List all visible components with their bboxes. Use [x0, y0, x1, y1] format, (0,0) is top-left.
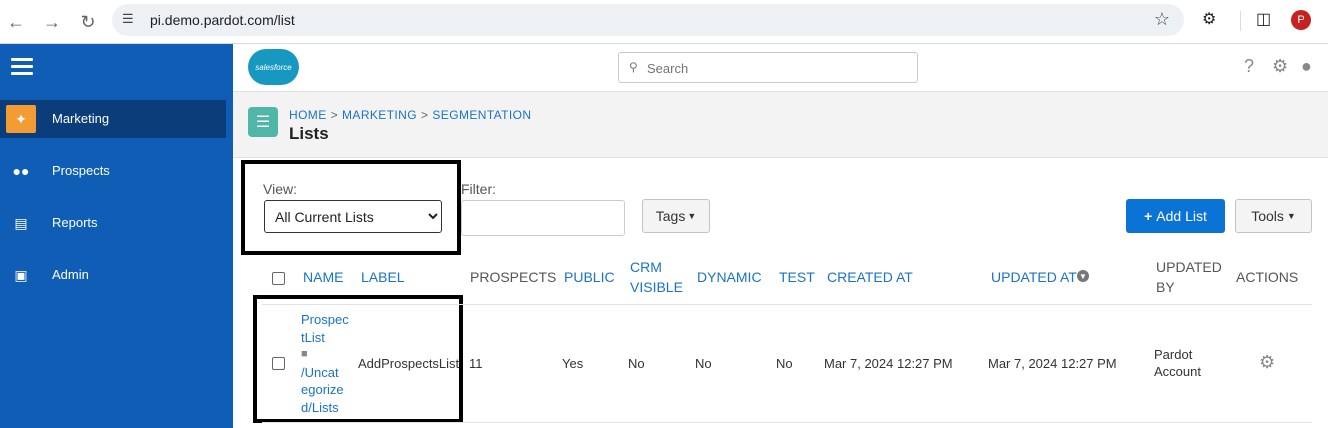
column-header-updated: UPDATED: [1156, 259, 1222, 275]
cell-updated-by-line: Pardot: [1154, 347, 1193, 362]
sidebar-item-reports[interactable]: ▤ Reports: [0, 204, 226, 242]
bookmark-star-icon[interactable]: ☆: [1154, 9, 1170, 30]
cell-public: Yes: [562, 356, 584, 371]
cell-updated-at: Mar 7, 2024 12:27 PM: [988, 356, 1117, 371]
page-header: ☰ HOME > MARKETING > SEGMENTATION Lists: [233, 92, 1328, 158]
name-line: tList: [301, 329, 325, 345]
cell-dynamic: No: [695, 356, 712, 371]
app-header: salesforce ⚲ ? ⚙ ●: [233, 44, 1328, 92]
name-line: Prospec: [301, 312, 349, 327]
tags-button-label: Tags: [655, 208, 686, 224]
column-header-visible[interactable]: VISIBLE: [630, 278, 683, 297]
add-list-button[interactable]: + Add List: [1126, 199, 1225, 233]
caret-down-icon: ▼: [1286, 211, 1296, 221]
profile-avatar[interactable]: P: [1291, 10, 1311, 30]
breadcrumb-marketing[interactable]: MARKETING: [342, 108, 417, 122]
search-box[interactable]: ⚲: [618, 52, 918, 83]
list-name-link[interactable]: Prospec tList ■ /Uncat egorize d/Lists: [301, 311, 351, 416]
column-header-prospects: PROSPECTS: [470, 269, 557, 285]
column-header-crm[interactable]: CRM: [630, 258, 662, 277]
site-settings-icon[interactable]: ☰: [122, 11, 134, 27]
cell-label: AddProspectsList: [358, 356, 460, 371]
name-line: /Uncat: [301, 364, 339, 380]
annotation-box-view: [241, 160, 461, 255]
folder-icon: ■: [301, 348, 308, 360]
magic-wand-icon: ✦: [6, 105, 36, 133]
hamburger-menu-icon[interactable]: [11, 58, 33, 76]
caret-down-icon: ▼: [687, 211, 697, 221]
header-divider: [262, 304, 1312, 305]
tools-button[interactable]: Tools ▼: [1235, 199, 1312, 233]
list-icon: ☰: [248, 107, 278, 137]
back-arrow-icon[interactable]: ←: [2, 8, 30, 36]
cell-prospects: 11: [469, 356, 483, 371]
people-icon: ●●: [12, 163, 30, 179]
plus-icon: +: [1144, 208, 1153, 224]
sidebar-item-label: Admin: [52, 267, 89, 282]
sidebar-item-marketing[interactable]: ✦ Marketing: [0, 100, 226, 138]
column-header-created-at[interactable]: CREATED AT: [827, 268, 913, 287]
name-line: egorize: [301, 382, 344, 397]
salesforce-logo[interactable]: salesforce: [248, 49, 299, 85]
sidebar-item-admin[interactable]: ▣ Admin: [0, 256, 226, 294]
search-icon: ⚲: [629, 60, 638, 74]
browser-toolbar: ← → ↻ ☰ pi.demo.pardot.com/list ☆ ⚙ ◫ P: [0, 0, 1328, 44]
row-actions-gear-icon[interactable]: ⚙: [1259, 352, 1275, 373]
settings-gear-icon[interactable]: ⚙: [1272, 56, 1288, 77]
cell-created-at: Mar 7, 2024 12:27 PM: [824, 356, 953, 371]
breadcrumb-segmentation[interactable]: SEGMENTATION: [432, 108, 531, 122]
briefcase-icon: ▣: [14, 266, 28, 283]
sidebar-item-label: Reports: [52, 215, 98, 230]
reload-icon[interactable]: ↻: [74, 8, 102, 36]
filter-label: Filter:: [461, 181, 496, 197]
side-panel-icon[interactable]: ◫: [1256, 9, 1271, 29]
column-header-actions: ACTIONS: [1236, 269, 1299, 285]
row-checkbox[interactable]: [272, 357, 285, 370]
address-bar[interactable]: ☰ pi.demo.pardot.com/list ☆: [112, 4, 1184, 36]
column-header-public[interactable]: PUBLIC: [564, 268, 615, 287]
toolbar-divider: [1240, 11, 1241, 31]
breadcrumb-separator: >: [420, 108, 429, 122]
cell-crm-visible: No: [628, 356, 645, 371]
sidebar-item-label: Marketing: [52, 111, 110, 126]
tags-button[interactable]: Tags ▼: [642, 199, 710, 233]
help-icon[interactable]: ?: [1244, 56, 1254, 77]
sort-desc-icon[interactable]: ▼: [1077, 270, 1089, 282]
column-header-by: BY: [1156, 279, 1175, 295]
row-divider: [262, 422, 1312, 423]
tools-button-label: Tools: [1251, 208, 1284, 224]
sidebar-item-prospects[interactable]: ●● Prospects: [0, 152, 226, 190]
name-line: d/Lists: [301, 399, 339, 415]
column-header-test[interactable]: TEST: [779, 268, 815, 287]
bar-chart-icon: ▤: [14, 214, 28, 231]
add-list-label: Add List: [1156, 208, 1207, 224]
column-header-updated-at[interactable]: UPDATED AT: [991, 268, 1077, 287]
breadcrumb-separator: >: [330, 108, 339, 122]
cell-test: No: [776, 356, 793, 371]
search-input[interactable]: [647, 59, 907, 77]
cell-updated-by-line: Account: [1154, 364, 1201, 379]
address-url[interactable]: pi.demo.pardot.com/list: [150, 12, 295, 28]
page-title: Lists: [289, 124, 329, 143]
sidebar: ✦ Marketing ●● Prospects ▤ Reports ▣ Adm…: [0, 44, 233, 428]
breadcrumb: HOME > MARKETING > SEGMENTATION: [289, 108, 531, 122]
sidebar-item-label: Prospects: [52, 163, 110, 178]
user-profile-icon[interactable]: ●: [1301, 56, 1312, 77]
column-header-dynamic[interactable]: DYNAMIC: [697, 268, 762, 287]
select-all-checkbox[interactable]: [272, 272, 285, 285]
column-header-name[interactable]: NAME: [303, 268, 343, 287]
filter-input[interactable]: [461, 200, 625, 236]
breadcrumb-home[interactable]: HOME: [289, 108, 327, 122]
forward-arrow-icon[interactable]: →: [38, 8, 66, 36]
extensions-icon[interactable]: ⚙: [1202, 9, 1216, 29]
column-header-label[interactable]: LABEL: [361, 268, 405, 287]
